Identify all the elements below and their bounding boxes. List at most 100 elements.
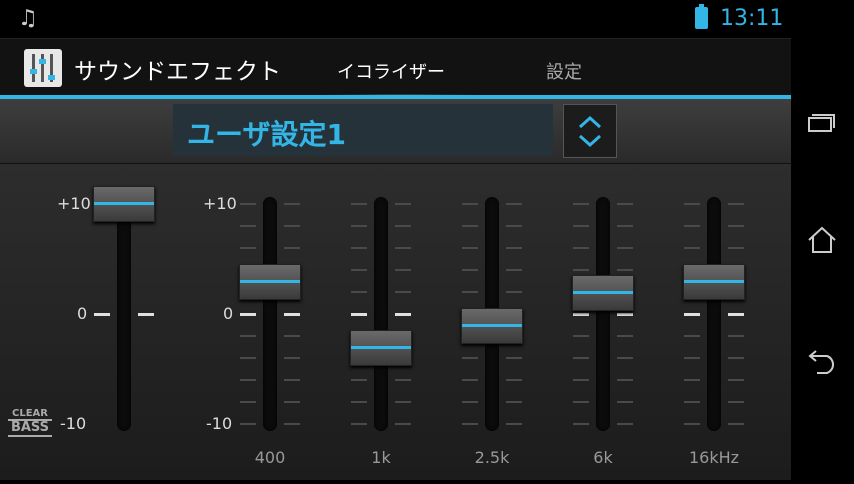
clear-bass-track [117, 197, 131, 431]
band-6k-tick [573, 247, 589, 249]
band-400-tick [240, 357, 256, 359]
band-6k-tick [617, 357, 633, 359]
band-16kHz-tick [684, 357, 700, 359]
band-16kHz-frequency-label: 16kHz [688, 448, 740, 467]
band-2.5k-tick [506, 247, 522, 249]
band-2.5k-tick [506, 225, 522, 227]
band-400-tick [284, 247, 300, 249]
band-2.5k-frequency-label: 2.5k [474, 448, 510, 467]
band-6k-tick [617, 423, 633, 425]
preset-name: ユーザ設定1 [187, 118, 346, 151]
band-6k-tick [573, 423, 589, 425]
band-2.5k-tick [462, 357, 478, 359]
eq-scale-bottom: -10 [206, 414, 233, 433]
band-400-tick [240, 401, 256, 403]
up-down-arrow-icon [578, 115, 602, 148]
band-400-tick [284, 203, 300, 205]
band-400-tick [240, 203, 256, 205]
band-16kHz-track [707, 197, 721, 431]
band-16kHz-tick [728, 423, 744, 425]
app-title: サウンドエフェクト [74, 59, 281, 85]
band-16kHz-tick [728, 247, 744, 249]
band-1k-tick [395, 401, 411, 403]
clear-bass-zero-mark [94, 313, 110, 316]
home-icon[interactable] [808, 226, 836, 253]
band-2.5k-tick [506, 269, 522, 271]
band-1k-tick [351, 401, 367, 403]
band-6k-tick [617, 269, 633, 271]
band-1k-tick [351, 291, 367, 293]
back-icon[interactable] [808, 350, 834, 374]
band-6k-tick [617, 401, 633, 403]
band-1k-tick [395, 269, 411, 271]
band-6k-knob[interactable] [572, 274, 634, 311]
band-16kHz-knob[interactable] [683, 263, 745, 300]
band-16kHz-tick [728, 225, 744, 227]
band-400-frequency-label: 400 [254, 448, 286, 467]
band-6k-tick [573, 335, 589, 337]
recent-apps-icon[interactable] [808, 114, 835, 132]
band-400-tick [240, 423, 256, 425]
band-400-track [263, 197, 277, 431]
band-1k-tick [351, 269, 367, 271]
tab-settings[interactable]: 設定 [546, 58, 582, 84]
status-bar: ♫ 13:11 [0, 0, 791, 38]
band-400-tick [240, 335, 256, 337]
preset-selector[interactable]: ユーザ設定1 [173, 104, 553, 156]
band-2.5k-tick [462, 291, 478, 293]
band-1k-tick [395, 203, 411, 205]
band-16kHz-zero-mark [684, 313, 700, 316]
band-6k-tick [573, 269, 589, 271]
band-6k-zero-mark [617, 313, 633, 316]
band-16kHz-tick [684, 335, 700, 337]
band-16kHz-zero-mark [728, 313, 744, 316]
band-2.5k-knob[interactable] [461, 308, 523, 345]
band-1k-tick [351, 203, 367, 205]
band-1k-tick [351, 423, 367, 425]
band-16kHz-tick [684, 379, 700, 381]
band-2.5k-tick [462, 401, 478, 403]
band-1k-zero-mark [395, 313, 411, 316]
band-1k-tick [395, 291, 411, 293]
band-1k-tick [351, 225, 367, 227]
band-400-tick [284, 335, 300, 337]
band-400-zero-mark [284, 313, 300, 316]
band-1k-frequency-label: 1k [371, 448, 391, 467]
tab-equalizer[interactable]: イコライザー [337, 58, 445, 84]
battery-icon [695, 4, 708, 29]
eq-scale-mid: 0 [223, 304, 234, 323]
band-400-tick [240, 379, 256, 381]
band-1k-tick [395, 423, 411, 425]
band-6k-tick [617, 225, 633, 227]
clear-bass-scale-top: +10 [57, 194, 91, 213]
band-1k-tick [351, 247, 367, 249]
band-16kHz-tick [728, 379, 744, 381]
clear-bass-zero-mark [138, 313, 154, 316]
band-16kHz-tick [684, 247, 700, 249]
band-6k-frequency-label: 6k [593, 448, 613, 467]
band-400-tick [284, 379, 300, 381]
band-6k-tick [617, 247, 633, 249]
band-2.5k-tick [462, 225, 478, 227]
preset-spinner-button[interactable] [563, 104, 617, 158]
band-6k-tick [573, 203, 589, 205]
music-note-icon: ♫ [18, 6, 38, 31]
band-2.5k-tick [462, 269, 478, 271]
band-6k-tick [573, 379, 589, 381]
clear-bass-knob[interactable] [93, 186, 155, 222]
band-1k-knob[interactable] [350, 330, 412, 367]
clear-bass-scale-bottom: -10 [60, 414, 87, 433]
band-16kHz-tick [728, 335, 744, 337]
band-6k-tick [617, 379, 633, 381]
band-400-tick [284, 423, 300, 425]
band-1k-tick [395, 247, 411, 249]
band-6k-tick [573, 401, 589, 403]
band-400-tick [240, 225, 256, 227]
clear-bass-logo-top: CLEAR [12, 408, 48, 419]
band-2.5k-tick [462, 203, 478, 205]
band-6k-tick [573, 357, 589, 359]
band-400-knob[interactable] [239, 263, 301, 300]
equalizer-app-icon [24, 49, 62, 87]
band-2.5k-tick [462, 379, 478, 381]
band-2.5k-tick [462, 247, 478, 249]
